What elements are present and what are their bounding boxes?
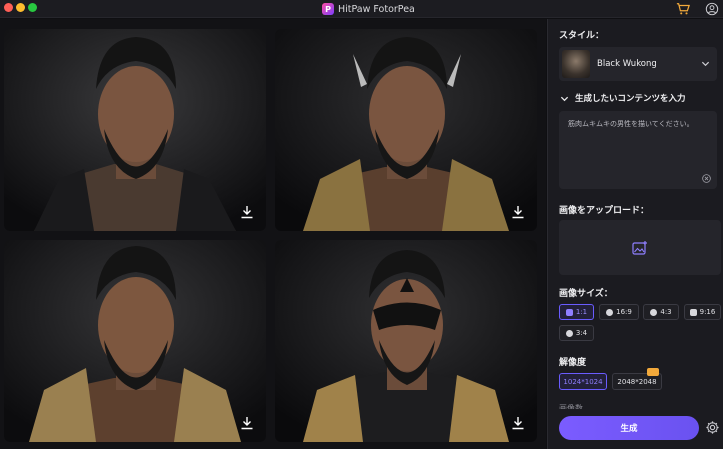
generate-button[interactable]: 生成	[559, 416, 699, 440]
chevron-down-icon	[560, 96, 569, 101]
resolution-option-label: 2048*2048	[617, 377, 657, 386]
image-size-label: 画像サイズ：	[559, 289, 613, 299]
content-section-toggle[interactable]: 生成したいコンテンツを入力	[560, 92, 686, 104]
style-label: スタイル：	[559, 31, 605, 41]
image-count-label: 画像数	[559, 404, 583, 409]
instagram-icon	[689, 308, 697, 316]
facebook-icon	[606, 308, 614, 316]
size-option-label: 16:9	[616, 308, 632, 316]
size-option-label: 4:3	[660, 308, 672, 316]
style-thumbnail	[562, 50, 590, 78]
prompt-text: 筋肉ムキムキの男性を描いてください。	[568, 120, 694, 128]
portrait-image	[4, 240, 266, 442]
twitter-icon	[565, 329, 573, 337]
generated-image-1[interactable]	[4, 29, 266, 231]
resolution-option-label: 1024*1024	[563, 377, 603, 386]
app-title-text: HitPaw FotorPea	[338, 3, 415, 15]
style-name: Black Wukong	[597, 59, 657, 69]
square-icon	[565, 308, 573, 316]
size-option-4-3[interactable]: 4:3	[643, 304, 679, 320]
size-option-label: 1:1	[575, 308, 588, 316]
download-icon[interactable]	[511, 205, 525, 219]
content-section-title: 生成したいコンテンツを入力	[575, 94, 686, 104]
size-option-16-9[interactable]: 16:9	[599, 304, 639, 320]
generated-image-4[interactable]	[275, 240, 537, 442]
image-gallery	[0, 19, 546, 449]
crown-badge-icon	[647, 368, 659, 376]
upload-label: 画像をアップロード：	[559, 206, 650, 216]
clear-icon[interactable]	[702, 174, 711, 183]
minimize-window-button[interactable]	[16, 3, 25, 12]
portrait-image	[4, 29, 266, 231]
generated-image-3[interactable]	[4, 240, 266, 442]
close-window-button[interactable]	[4, 3, 13, 12]
size-option-label: 9:16	[699, 308, 716, 316]
cart-icon[interactable]	[676, 2, 690, 16]
size-option-9-16[interactable]: 9:16	[684, 304, 721, 320]
size-option-label: 3:4	[575, 329, 588, 337]
size-option-1-1[interactable]: 1:1	[559, 304, 594, 320]
settings-panel: スタイル： Black Wukong 生成したいコンテンツを入力 筋肉ムキムキの…	[547, 19, 723, 449]
style-selector[interactable]: Black Wukong	[559, 47, 717, 81]
resolution-1024[interactable]: 1024*1024	[559, 373, 607, 390]
download-icon[interactable]	[240, 416, 254, 430]
title-bar: P HitPaw FotorPea	[0, 0, 723, 18]
size-option-3-4[interactable]: 3:4	[559, 325, 594, 341]
twitter-icon	[650, 308, 658, 316]
gear-icon[interactable]	[705, 420, 720, 435]
image-upload-icon	[632, 241, 647, 255]
portrait-image	[275, 29, 537, 231]
download-icon[interactable]	[240, 205, 254, 219]
maximize-window-button[interactable]	[28, 3, 37, 12]
app-title: P HitPaw FotorPea	[322, 1, 415, 17]
app-logo-icon: P	[322, 3, 334, 15]
chevron-down-icon	[701, 61, 710, 67]
resolution-label: 解像度	[559, 358, 587, 368]
generated-image-2[interactable]	[275, 29, 537, 231]
portrait-image	[275, 240, 537, 442]
image-upload-area[interactable]	[559, 220, 721, 275]
app-window: P HitPaw FotorPea スタイル： Black Wukong 生成し…	[0, 0, 723, 449]
user-account-icon[interactable]	[705, 2, 719, 16]
prompt-input[interactable]: 筋肉ムキムキの男性を描いてください。	[559, 111, 717, 189]
download-icon[interactable]	[511, 416, 525, 430]
resolution-2048[interactable]: 2048*2048	[612, 368, 662, 390]
